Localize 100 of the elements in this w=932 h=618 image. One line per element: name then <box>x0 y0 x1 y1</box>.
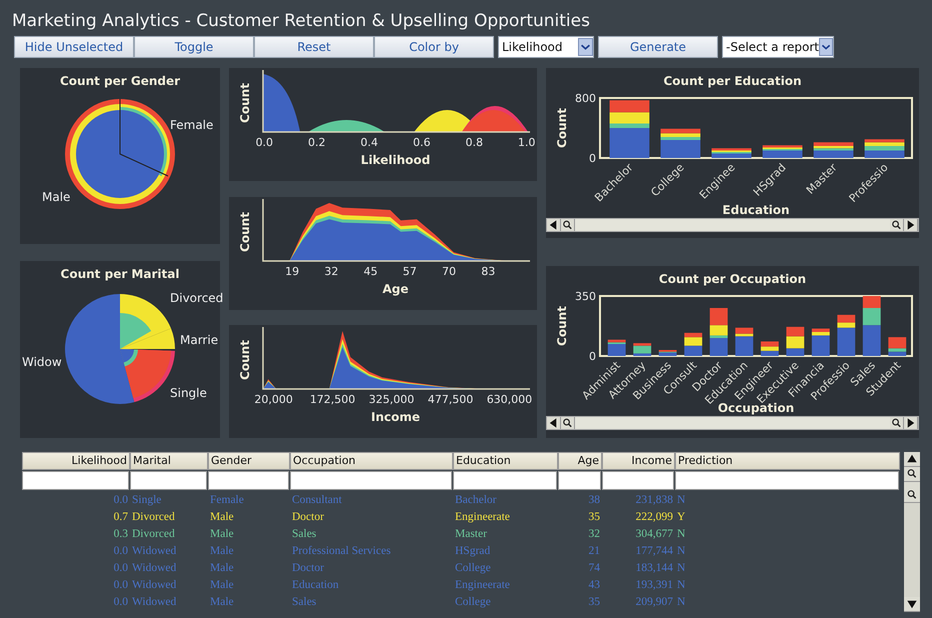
table-cell-text: College <box>454 595 492 610</box>
chart-title: Count per Gender <box>60 74 180 88</box>
table-cell-text: 183,144 <box>634 561 674 576</box>
axis-label: Education <box>722 203 790 217</box>
table-cell-text: Widowed <box>131 595 178 610</box>
tick-label: 1.0 <box>518 136 536 149</box>
up-arrow-icon[interactable] <box>904 452 920 467</box>
toolbar-button[interactable]: Reset <box>254 36 374 58</box>
column-header[interactable]: Income <box>602 452 675 470</box>
zoom-icon[interactable] <box>890 219 904 231</box>
bar-segment <box>786 326 804 336</box>
slice-label: Divorced <box>170 291 224 305</box>
tick-label: 83 <box>481 264 496 278</box>
column-header[interactable]: Occupation <box>290 452 453 470</box>
column-header[interactable]: Prediction <box>675 452 900 470</box>
table-cell-text: 0.0 <box>112 493 129 508</box>
axis-label: Count <box>554 108 568 148</box>
tick-label: 70 <box>442 264 456 278</box>
tick-label: 0 <box>588 350 596 363</box>
table-cell-text: Widowed <box>131 578 178 593</box>
caret-icon[interactable] <box>578 38 593 56</box>
slice-label: Marrie <box>180 333 218 347</box>
slice-label: Widow <box>22 355 62 369</box>
table-cell-text: 43 <box>588 578 601 593</box>
bar-segment <box>684 346 702 356</box>
filter-field[interactable] <box>290 471 452 490</box>
filter-field[interactable] <box>208 471 289 490</box>
table-cell-text: Male <box>209 527 235 542</box>
table-cell-text: 35 <box>588 510 601 525</box>
zoom-icon[interactable] <box>904 467 920 482</box>
table-cell-text: 222,099 <box>634 510 674 525</box>
caret-icon[interactable] <box>818 38 833 56</box>
filter-field[interactable] <box>130 471 207 490</box>
axis-label: Occupation <box>717 401 794 415</box>
column-header[interactable]: Gender <box>208 452 290 470</box>
slice-label: Female <box>170 118 214 132</box>
table-cell-text: 21 <box>588 544 601 559</box>
horizontal-scrollbar[interactable] <box>546 218 919 232</box>
slice-label: Male <box>42 190 70 204</box>
filter-field[interactable] <box>675 471 899 490</box>
table-cell-text: Widowed <box>131 561 178 576</box>
table-cell-text: 177,744 <box>634 544 674 559</box>
table-cell-text: 0.0 <box>112 544 129 559</box>
column-header[interactable]: Marital <box>130 452 208 470</box>
tick-label: 45 <box>364 264 378 278</box>
column-header[interactable]: Age <box>558 452 602 470</box>
filter-field[interactable] <box>22 471 129 490</box>
table-cell-text: Doctor <box>291 510 325 525</box>
tick-label: 0.6 <box>412 136 430 149</box>
table-cell-text: Male <box>209 510 235 525</box>
zoom-icon[interactable] <box>890 417 904 429</box>
chart-title: Count per Occupation <box>658 272 806 286</box>
axis-label: Count <box>554 306 568 346</box>
table-cell-text: College <box>454 561 492 576</box>
table-cell-text: Master <box>454 527 488 542</box>
table-cell-text: 193,391 <box>634 578 674 593</box>
toolbar-button[interactable]: Hide Unselected <box>14 36 134 58</box>
window-title: Marketing Analytics - Customer Retention & Upselling Opportunities <box>12 10 591 33</box>
table-cell-text: Consultant <box>291 493 343 508</box>
table-cell-text: 0.0 <box>112 561 129 576</box>
column-header[interactable]: Education <box>453 452 558 470</box>
column-header[interactable]: Likelihood <box>22 452 130 470</box>
toolbar-button[interactable]: Generate <box>598 36 718 58</box>
area-layer <box>462 110 526 132</box>
filter-field[interactable] <box>453 471 557 490</box>
axis-label: Count <box>238 340 252 380</box>
tick-label: 32 <box>324 264 338 278</box>
table-cell-text: Professional Services <box>291 544 392 559</box>
table-cell-text: 0.0 <box>112 595 129 610</box>
slice-label: Single <box>170 386 207 400</box>
area-layer <box>263 74 300 132</box>
table-cell-text: 35 <box>588 595 601 610</box>
table-cell-text: N <box>676 561 686 576</box>
horizontal-scrollbar[interactable] <box>546 416 919 430</box>
table-cell-text: Male <box>209 544 235 559</box>
tick-label: 172,500 <box>310 393 356 406</box>
tick-label: 0.4 <box>360 136 378 149</box>
zoom-icon[interactable] <box>561 417 575 429</box>
tick-label: 0.0 <box>256 136 274 149</box>
table-cell-text: 0.7 <box>112 510 129 525</box>
table-cell-text: N <box>676 493 686 508</box>
table-cell-text: 209,907 <box>634 595 674 610</box>
table-cell-text: Male <box>209 595 235 610</box>
tick-label: 0.8 <box>465 136 483 149</box>
dropdown-select[interactable]: Likelihood <box>498 36 594 58</box>
toolbar-button[interactable]: Color by <box>374 36 494 58</box>
table-cell-text: Divorced <box>131 510 176 525</box>
vertical-scrollbar[interactable] <box>904 452 920 612</box>
table-cell-text: Bachelor <box>454 493 498 508</box>
table-cell-text: Widowed <box>131 544 178 559</box>
dropdown-select[interactable]: -Select a report <box>722 36 834 58</box>
table-cell-text: Engineerate <box>454 510 511 525</box>
table-cell-text: N <box>676 595 686 610</box>
filter-field[interactable] <box>602 471 674 490</box>
table-cell-text: N <box>676 544 686 559</box>
zoom-icon[interactable] <box>561 219 575 231</box>
filter-field[interactable] <box>558 471 601 490</box>
table-cell-text: 231,838 <box>634 493 674 508</box>
table-cell-text: N <box>676 527 686 542</box>
toolbar-button[interactable]: Toggle <box>134 36 254 58</box>
